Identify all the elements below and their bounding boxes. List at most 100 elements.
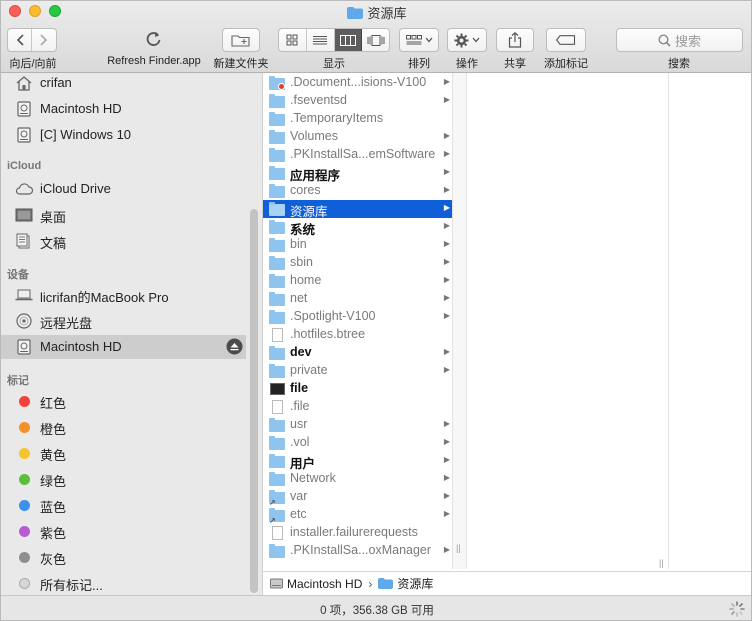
- gear-icon: [454, 33, 469, 47]
- column-item[interactable]: 系统 ▶: [263, 218, 452, 237]
- column-item[interactable]: sbin ▶: [263, 254, 452, 272]
- column-item-label: file: [290, 381, 309, 395]
- column-item-label: installer.failurerequests: [290, 525, 418, 539]
- column-item[interactable]: home ▶: [263, 272, 452, 290]
- column-item[interactable]: 用户 ▶: [263, 452, 452, 471]
- arrange-button[interactable]: [399, 28, 439, 52]
- sidebar-tag-red[interactable]: 红色: [1, 389, 246, 413]
- column-item-label: .TemporaryItems: [290, 111, 384, 125]
- column-item[interactable]: ↗ etc ▶: [263, 506, 452, 525]
- action-label: 操作: [456, 58, 478, 70]
- list-icon: [313, 35, 328, 44]
- column-view-button[interactable]: [334, 29, 363, 51]
- column-item[interactable]: private ▶: [263, 362, 452, 380]
- sidebar-item-desktop[interactable]: 桌面: [1, 203, 246, 227]
- path-item-folder[interactable]: 资源库: [378, 575, 433, 592]
- column-root: .Document...isions-V100 ▶ .fseventsd ▶ .Temp…: [263, 73, 453, 569]
- disclosure-arrow-icon: ▶: [443, 491, 450, 500]
- status-bar: 0 项，356.38 GB 可用: [1, 595, 751, 620]
- column-item[interactable]: Volumes ▶: [263, 128, 452, 146]
- column-item[interactable]: .file: [263, 398, 452, 416]
- share-icon: [508, 32, 522, 48]
- column-item[interactable]: net ▶: [263, 290, 452, 308]
- sidebar-tag-purple[interactable]: 紫色: [1, 519, 246, 543]
- column-item-label: etc: [290, 507, 307, 521]
- folder-icon: [269, 238, 285, 252]
- column-library-empty: ||: [467, 73, 669, 569]
- sidebar-item-macbook[interactable]: licrifan的MacBook Pro: [1, 283, 246, 307]
- sidebar-item-macintosh-hd[interactable]: Macintosh HD: [1, 97, 246, 121]
- column-item[interactable]: .Document...isions-V100 ▶: [263, 74, 452, 92]
- arrange-icon: [405, 35, 422, 45]
- back-button[interactable]: [8, 29, 33, 51]
- tag-dot-icon: [18, 421, 30, 433]
- sidebar-item-windows[interactable]: [C] Windows 10: [1, 123, 246, 147]
- column-item[interactable]: dev ▶: [263, 344, 452, 362]
- folder-icon: [269, 454, 285, 468]
- disclosure-arrow-icon: ▶: [443, 275, 450, 284]
- column-item[interactable]: bin ▶: [263, 236, 452, 254]
- add-tag-label: 添加标记: [544, 58, 588, 70]
- arrange-label: 排列: [408, 58, 430, 70]
- column-item[interactable]: .fseventsd ▶: [263, 92, 452, 110]
- sidebar-tag-yellow[interactable]: 黄色: [1, 441, 246, 465]
- column-item-label: net: [290, 291, 308, 305]
- column-resize-grip[interactable]: ||: [659, 558, 664, 568]
- desktop-icon: [15, 207, 33, 223]
- column-item[interactable]: installer.failurerequests: [263, 524, 452, 542]
- folder-icon: [269, 544, 285, 558]
- eject-icon[interactable]: [226, 338, 243, 358]
- icon-view-button[interactable]: [279, 29, 307, 51]
- path-item-disk[interactable]: Macintosh HD: [270, 577, 362, 591]
- column-item[interactable]: 资源库 ▶: [263, 200, 452, 219]
- column-item[interactable]: usr ▶: [263, 416, 452, 434]
- new-folder-button[interactable]: [222, 28, 260, 52]
- forward-button[interactable]: [32, 29, 56, 51]
- column-item[interactable]: .PKInstallSa...oxManager ▶: [263, 542, 452, 560]
- sidebar-tag-green[interactable]: 绿色: [1, 467, 246, 491]
- refresh-button[interactable]: [146, 31, 162, 50]
- disclosure-arrow-icon: ▶: [443, 545, 450, 554]
- sidebar-tag-all[interactable]: 所有标记...: [1, 571, 246, 595]
- column-item[interactable]: .Spotlight-V100 ▶: [263, 308, 452, 326]
- column-item-label: .Spotlight-V100: [290, 309, 376, 323]
- column-resize-handle[interactable]: ||: [453, 73, 467, 569]
- cover-flow-button[interactable]: [362, 29, 389, 51]
- alias-folder-icon: ↗: [269, 490, 285, 507]
- share-button[interactable]: [496, 28, 534, 52]
- search-field[interactable]: 搜索: [616, 28, 743, 52]
- disclosure-arrow-icon: ▶: [443, 185, 450, 194]
- folder-icon: [269, 202, 285, 216]
- sidebar-item-remote-disc[interactable]: 远程光盘: [1, 309, 246, 333]
- column-item-label: .vol: [290, 435, 310, 449]
- column-item[interactable]: ↗ var ▶: [263, 488, 452, 507]
- sidebar-item-icloud-drive[interactable]: iCloud Drive: [1, 177, 246, 201]
- column-item[interactable]: .TemporaryItems: [263, 110, 452, 128]
- chevron-down-icon: [472, 37, 480, 43]
- column-item[interactable]: cores ▶: [263, 182, 452, 200]
- folder-icon: [269, 130, 285, 144]
- sidebar-item-documents[interactable]: 文稿: [1, 229, 246, 253]
- chevron-down-icon: [425, 37, 432, 43]
- column-item[interactable]: file: [263, 380, 452, 398]
- list-view-button[interactable]: [307, 29, 335, 51]
- new-folder-label: 新建文件夹: [213, 58, 269, 70]
- sidebar-item-home[interactable]: crifan: [1, 71, 246, 95]
- add-tag-button[interactable]: [546, 28, 586, 52]
- chevron-right-icon: [40, 34, 48, 46]
- sidebar-item-macintosh-hd-device[interactable]: Macintosh HD: [1, 335, 246, 359]
- sidebar-scrollbar[interactable]: [250, 209, 258, 593]
- column-item[interactable]: 应用程序 ▶: [263, 164, 452, 183]
- column-item[interactable]: .PKInstallSa...emSoftware ▶: [263, 146, 452, 164]
- sidebar-tag-orange[interactable]: 橙色: [1, 415, 246, 439]
- finder-window: 资源库 向后/向前 Refresh Finder.app 新建文件夹 显示 排列…: [0, 0, 752, 621]
- sidebar-tag-blue[interactable]: 蓝色: [1, 493, 246, 517]
- disk-icon: [270, 578, 283, 589]
- column-item[interactable]: .vol ▶: [263, 434, 452, 452]
- sidebar-tag-gray[interactable]: 灰色: [1, 545, 246, 569]
- action-button[interactable]: [447, 28, 487, 52]
- folder-icon: [269, 184, 285, 198]
- column-item[interactable]: Network ▶: [263, 470, 452, 488]
- column-item[interactable]: .hotfiles.btree: [263, 326, 452, 344]
- folder-icon: [269, 292, 285, 306]
